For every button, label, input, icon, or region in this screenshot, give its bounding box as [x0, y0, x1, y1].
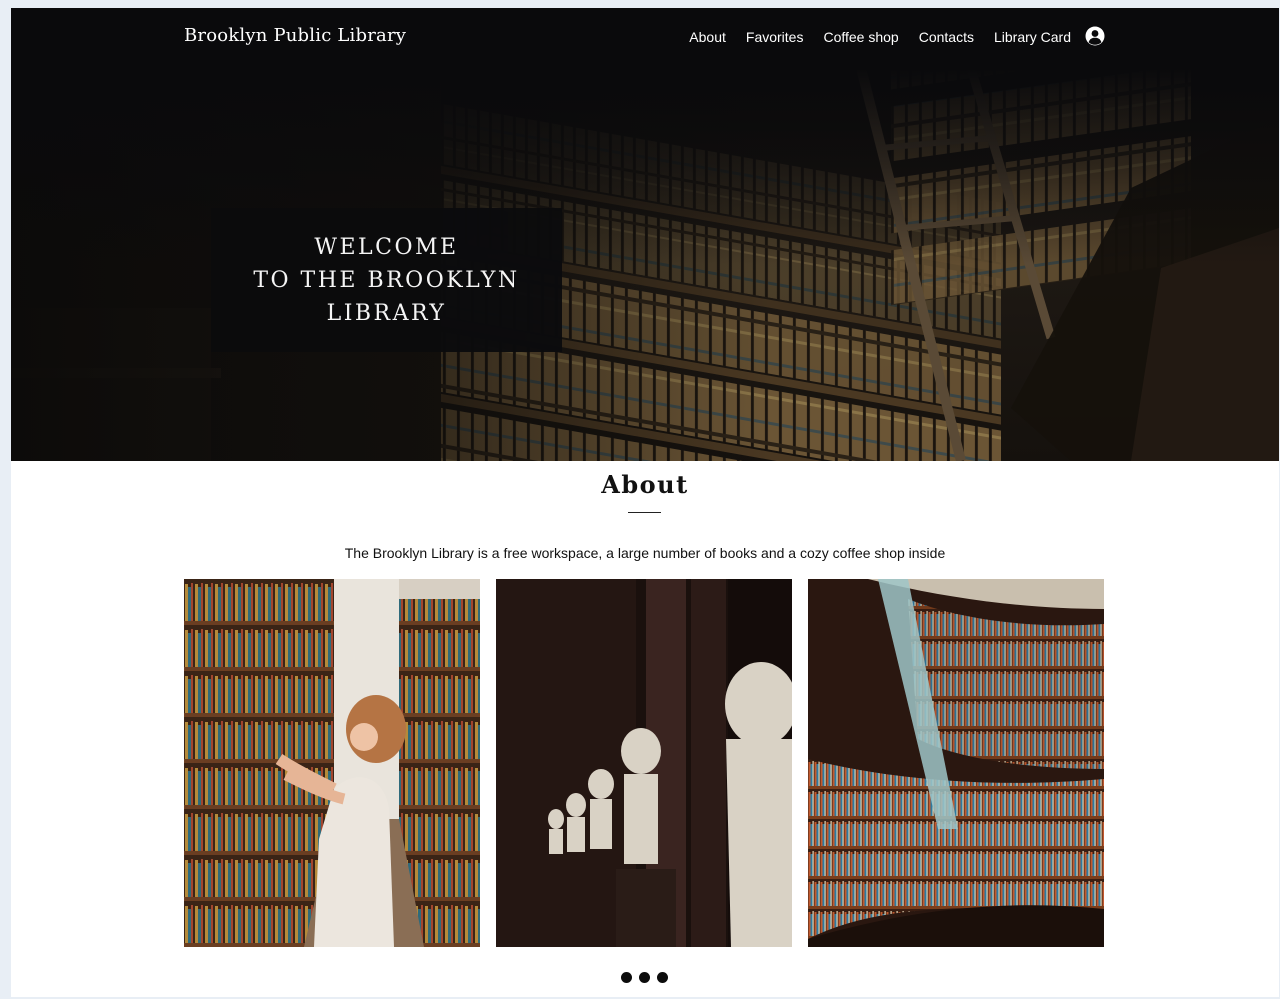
carousel-pagination — [621, 972, 668, 983]
welcome-box: WELCOME TO THE BROOKLYN LIBRARY — [211, 208, 562, 352]
nav-about[interactable]: About — [689, 29, 726, 45]
about-title: About — [601, 470, 689, 499]
welcome-heading: WELCOME TO THE BROOKLYN LIBRARY — [253, 234, 520, 326]
top-navigation-bar: Brooklyn Public Library About Favorites … — [11, 8, 1279, 68]
main-nav: About Favorites Coffee shop Contacts Lib… — [689, 29, 1071, 45]
nav-contacts[interactable]: Contacts — [919, 29, 974, 45]
nav-library-card[interactable]: Library Card — [994, 29, 1071, 45]
library-shelves-image — [11, 8, 1279, 461]
user-circle-icon[interactable] — [1085, 26, 1105, 46]
marble-busts-hall-photo — [496, 579, 792, 947]
site-brand[interactable]: Brooklyn Public Library — [184, 25, 406, 46]
woman-browsing-shelves-photo — [184, 579, 480, 947]
carousel-dot-1[interactable] — [621, 972, 632, 983]
carousel-dot-3[interactable] — [657, 972, 668, 983]
hero-banner: Brooklyn Public Library About Favorites … — [11, 8, 1279, 461]
carousel-dot-2[interactable] — [639, 972, 650, 983]
curved-bookshelves-photo — [808, 579, 1104, 947]
about-gallery — [184, 579, 1104, 947]
nav-coffee-shop[interactable]: Coffee shop — [823, 29, 898, 45]
about-description: The Brooklyn Library is a free workspace… — [344, 545, 946, 561]
about-divider — [628, 512, 661, 513]
nav-favorites[interactable]: Favorites — [746, 29, 804, 45]
page: Brooklyn Public Library About Favorites … — [11, 8, 1279, 997]
